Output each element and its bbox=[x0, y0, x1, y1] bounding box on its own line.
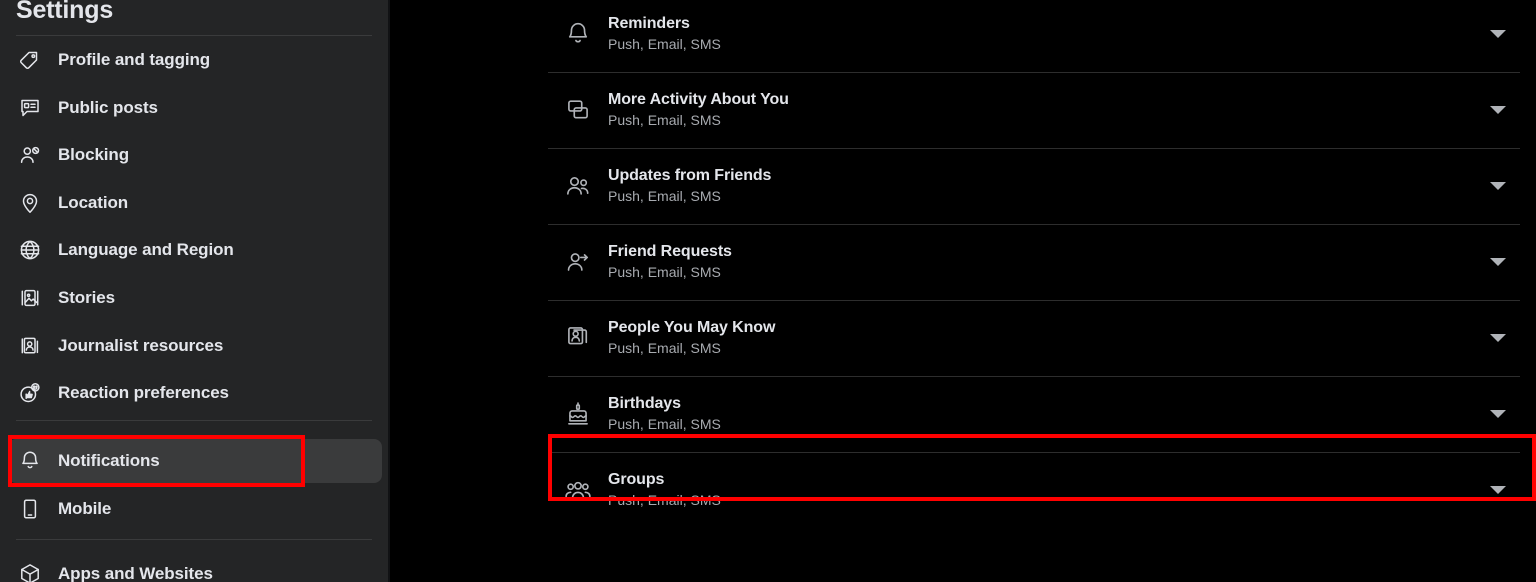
row-title: Friend Requests bbox=[608, 243, 732, 260]
chevron-down-icon[interactable] bbox=[1468, 334, 1528, 342]
sidebar-divider-bottom bbox=[16, 539, 372, 540]
notification-row-more-activity-about-you[interactable]: More Activity About You Push, Email, SMS bbox=[548, 72, 1536, 148]
page-title: Settings bbox=[16, 0, 114, 24]
notification-row-text: Friend Requests Push, Email, SMS bbox=[608, 242, 1468, 282]
cube-icon bbox=[12, 562, 48, 582]
sidebar-item-profile-and-tagging[interactable]: Profile and tagging bbox=[8, 38, 382, 82]
sidebar-item-apps-and-websites[interactable]: Apps and Websites bbox=[8, 552, 382, 582]
row-divider bbox=[548, 452, 1520, 453]
row-title: People You May Know bbox=[608, 319, 776, 336]
row-subtitle: Push, Email, SMS bbox=[608, 416, 721, 432]
row-subtitle: Push, Email, SMS bbox=[608, 112, 721, 128]
sidebar-item-stories[interactable]: Stories bbox=[8, 276, 382, 320]
notification-row-people-you-may-know[interactable]: People You May Know Push, Email, SMS bbox=[548, 300, 1536, 376]
groups-icon bbox=[552, 476, 604, 504]
notification-row-groups[interactable]: Groups Push, Email, SMS bbox=[548, 452, 1536, 528]
notification-row-birthdays[interactable]: Birthdays Push, Email, SMS bbox=[548, 376, 1536, 452]
chevron-down-icon[interactable] bbox=[1468, 30, 1528, 38]
chevron-down-icon[interactable] bbox=[1468, 410, 1528, 418]
row-subtitle: Push, Email, SMS bbox=[608, 264, 721, 280]
bell-icon bbox=[552, 20, 604, 48]
location-pin-icon bbox=[12, 191, 48, 215]
notification-row-text: Updates from Friends Push, Email, SMS bbox=[608, 166, 1468, 206]
sidebar-item-label: Apps and Websites bbox=[58, 564, 213, 582]
sidebar-item-journalist-resources[interactable]: Journalist resources bbox=[8, 324, 382, 368]
layers-icon bbox=[552, 96, 604, 124]
notification-row-updates-from-friends[interactable]: Updates from Friends Push, Email, SMS bbox=[548, 148, 1536, 224]
bell-icon bbox=[12, 449, 48, 473]
notification-settings-panel: Tags Push, Email, SMS Reminders Push, Em… bbox=[392, 0, 1536, 582]
sidebar-item-label: Notifications bbox=[58, 451, 160, 470]
chevron-down-icon[interactable] bbox=[1468, 258, 1528, 266]
row-title: Reminders bbox=[608, 15, 690, 32]
people-cards-icon bbox=[552, 324, 604, 352]
globe-icon bbox=[12, 238, 48, 262]
sidebar-item-notifications[interactable]: Notifications bbox=[8, 439, 382, 483]
notification-row-text: Birthdays Push, Email, SMS bbox=[608, 394, 1468, 434]
row-title: Groups bbox=[608, 471, 665, 488]
sidebar-item-label: Journalist resources bbox=[58, 336, 224, 355]
sidebar-item-label: Location bbox=[58, 193, 129, 212]
public-posts-icon bbox=[12, 96, 48, 120]
notification-row-text: Reminders Push, Email, SMS bbox=[608, 14, 1468, 54]
sidebar-item-label: Public posts bbox=[58, 98, 158, 117]
row-title: Updates from Friends bbox=[608, 167, 772, 184]
chevron-down-icon[interactable] bbox=[1468, 182, 1528, 190]
notification-row-text: Groups Push, Email, SMS bbox=[608, 470, 1468, 510]
notification-rows-list: Tags Push, Email, SMS Reminders Push, Em… bbox=[548, 0, 1536, 528]
mobile-icon bbox=[12, 497, 48, 521]
row-subtitle: Push, Email, SMS bbox=[608, 188, 721, 204]
sidebar-item-label: Stories bbox=[58, 288, 115, 307]
sidebar-item-language-and-region[interactable]: Language and Region bbox=[8, 228, 382, 272]
sidebar-item-reaction-preferences[interactable]: Reaction preferences bbox=[8, 371, 382, 415]
friends-icon bbox=[552, 172, 604, 200]
tag-icon bbox=[12, 48, 48, 72]
row-divider bbox=[548, 376, 1520, 377]
sidebar-item-label: Blocking bbox=[58, 145, 129, 164]
row-divider bbox=[548, 300, 1520, 301]
sidebar-item-mobile[interactable]: Mobile bbox=[8, 487, 382, 531]
stories-icon bbox=[12, 286, 48, 310]
row-divider bbox=[548, 148, 1520, 149]
sidebar-item-label: Language and Region bbox=[58, 240, 234, 259]
sidebar-item-label: Mobile bbox=[58, 499, 112, 518]
row-title: More Activity About You bbox=[608, 91, 789, 108]
sidebar-item-public-posts[interactable]: Public posts bbox=[8, 86, 382, 130]
friend-request-icon bbox=[552, 248, 604, 276]
row-subtitle: Push, Email, SMS bbox=[608, 340, 721, 356]
sidebar-item-blocking[interactable]: Blocking bbox=[8, 133, 382, 177]
row-divider bbox=[548, 224, 1520, 225]
notification-row-friend-requests[interactable]: Friend Requests Push, Email, SMS bbox=[548, 224, 1536, 300]
notification-row-reminders[interactable]: Reminders Push, Email, SMS bbox=[548, 0, 1536, 72]
notification-row-text: More Activity About You Push, Email, SMS bbox=[608, 90, 1468, 130]
row-subtitle: Push, Email, SMS bbox=[608, 492, 721, 508]
sidebar-item-label: Reaction preferences bbox=[58, 383, 229, 402]
row-divider bbox=[548, 72, 1520, 73]
sidebar-item-location[interactable]: Location bbox=[8, 181, 382, 225]
sidebar-divider-middle bbox=[16, 420, 372, 421]
sidebar-divider-top bbox=[16, 35, 372, 36]
chevron-down-icon[interactable] bbox=[1468, 486, 1528, 494]
chevron-down-icon[interactable] bbox=[1468, 106, 1528, 114]
reaction-icon bbox=[12, 381, 48, 405]
sidebar-item-label: Profile and tagging bbox=[58, 50, 211, 69]
row-title: Birthdays bbox=[608, 395, 681, 412]
notification-row-text: People You May Know Push, Email, SMS bbox=[608, 318, 1468, 358]
settings-notifications-page: Settings Profile and tagging Public post… bbox=[0, 0, 1536, 582]
settings-sidebar: Settings Profile and tagging Public post… bbox=[0, 0, 390, 582]
journalist-icon bbox=[12, 334, 48, 358]
blocking-icon bbox=[12, 143, 48, 167]
cake-icon bbox=[552, 400, 604, 428]
row-subtitle: Push, Email, SMS bbox=[608, 36, 721, 52]
